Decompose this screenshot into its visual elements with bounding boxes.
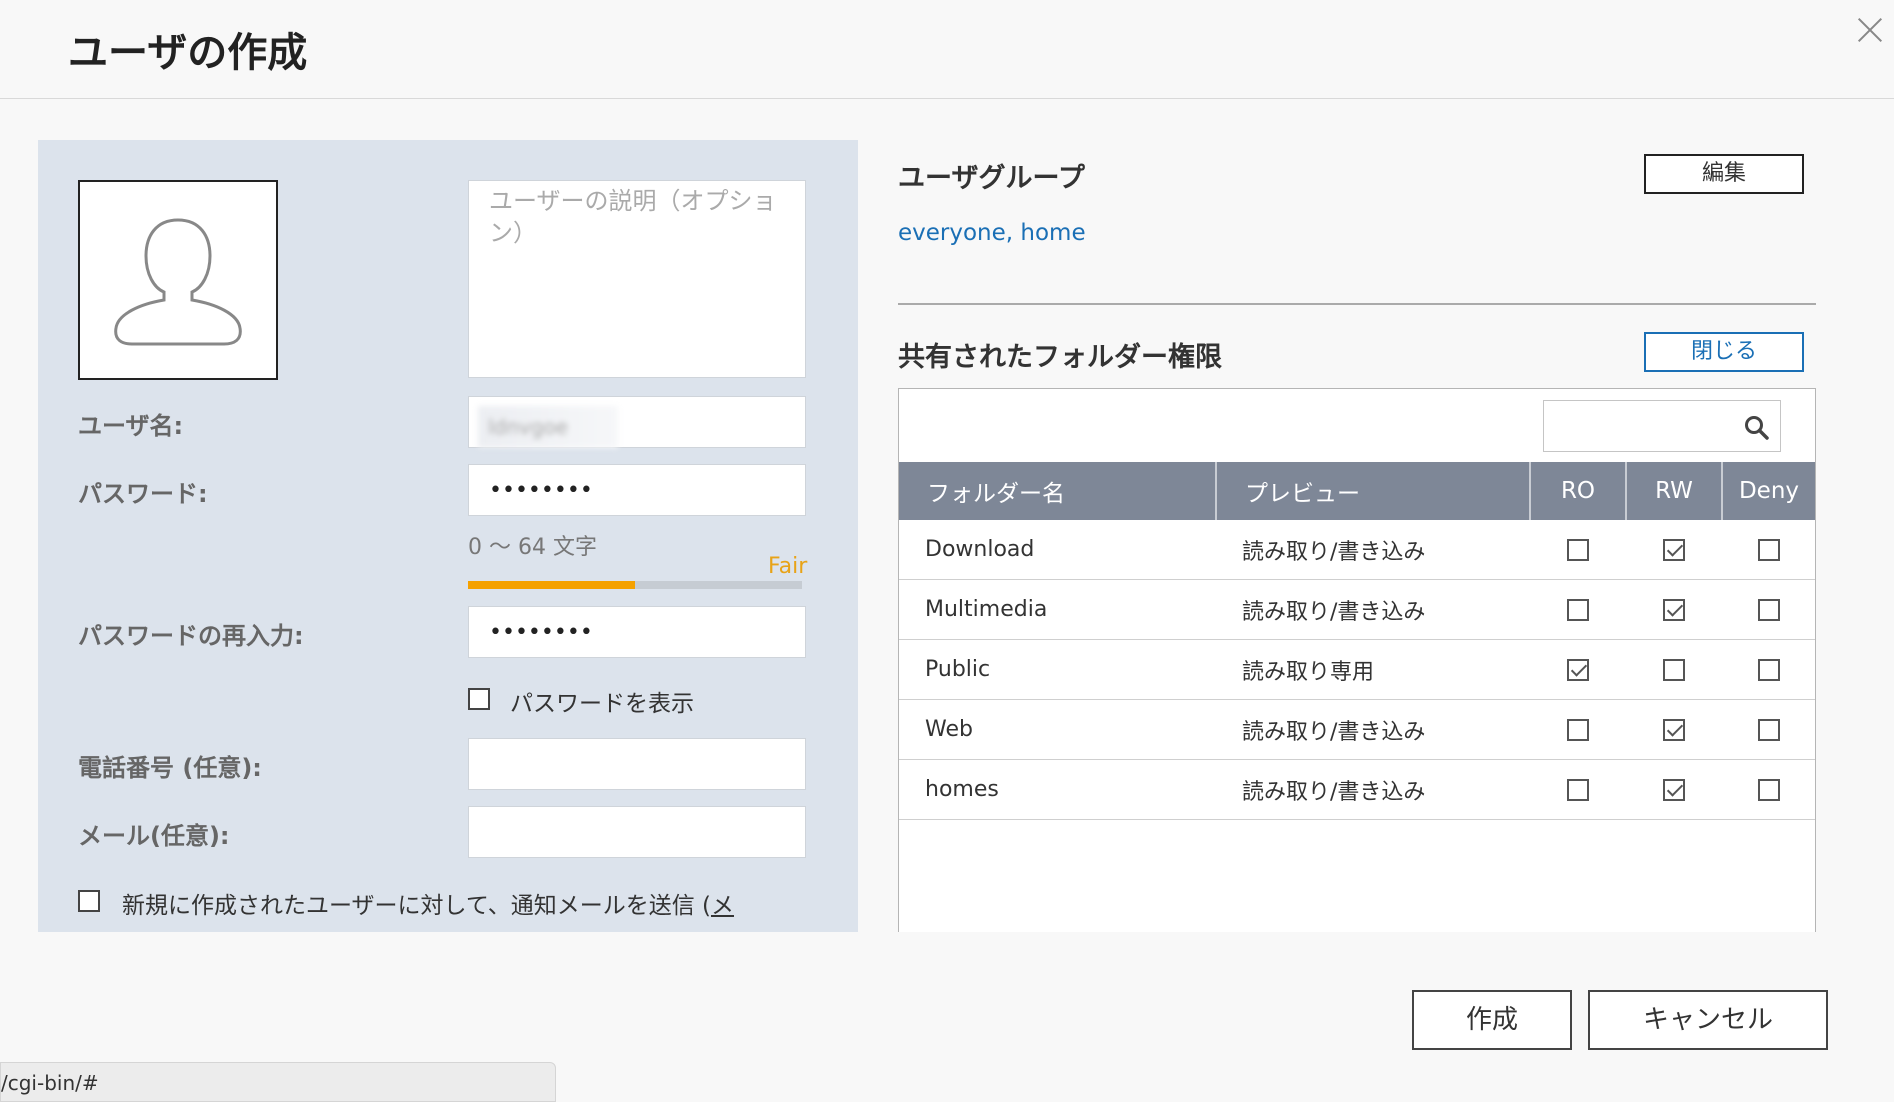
folder-search <box>1543 400 1781 452</box>
password-input[interactable] <box>468 464 806 516</box>
user-group-title: ユーザグループ <box>898 163 1085 194</box>
permission-preview-cell: 読み取り/書き込み <box>1216 520 1530 580</box>
rw-cell <box>1626 759 1722 820</box>
folder-permission-table: フォルダー名 プレビュー RO RW Deny Download 読み取り/書き込… <box>899 462 1815 820</box>
folder-name-cell: Public <box>899 639 1216 700</box>
ro-checkbox[interactable] <box>1567 719 1589 741</box>
close-icon[interactable] <box>1852 12 1888 48</box>
password-length-hint: 0 ～ 64 文字 <box>468 535 597 560</box>
avatar[interactable] <box>78 180 278 380</box>
rw-cell <box>1626 699 1722 760</box>
notify-email-text: 新規に作成されたユーザーに対して、通知メールを送信 ( <box>122 893 711 919</box>
deny-cell <box>1722 759 1815 820</box>
table-row: Public 読み取り専用 <box>899 639 1815 700</box>
password-strength-fill <box>468 581 635 589</box>
ro-cell <box>1530 579 1626 640</box>
edit-group-button[interactable]: 編集 <box>1644 154 1804 194</box>
rw-checkbox[interactable] <box>1663 719 1685 741</box>
deny-checkbox[interactable] <box>1757 599 1780 621</box>
phone-input[interactable] <box>468 738 806 790</box>
ro-cell <box>1530 639 1626 700</box>
folder-permission-panel: フォルダー名 プレビュー RO RW Deny Download 読み取り/書き込… <box>898 388 1816 932</box>
deny-cell <box>1722 699 1815 760</box>
ro-checkbox[interactable] <box>1567 539 1589 561</box>
table-row: Multimedia 読み取り/書き込み <box>899 579 1815 640</box>
dialog-title: ユーザの作成 <box>68 30 308 76</box>
ro-cell <box>1530 759 1626 820</box>
ro-cell <box>1530 520 1626 580</box>
column-folder-name[interactable]: フォルダー名 <box>899 462 1217 520</box>
header-divider <box>0 98 1894 99</box>
search-icon[interactable] <box>1744 415 1770 441</box>
password-strength-bar <box>468 581 802 589</box>
password-label: パスワード: <box>78 480 208 508</box>
rw-cell <box>1626 579 1722 640</box>
folder-name-cell: Multimedia <box>899 579 1216 640</box>
description-input[interactable] <box>468 180 806 378</box>
deny-checkbox[interactable] <box>1757 659 1780 681</box>
table-header-row: フォルダー名 プレビュー RO RW Deny <box>899 462 1815 520</box>
create-button[interactable]: 作成 <box>1412 990 1572 1050</box>
rw-checkbox[interactable] <box>1663 659 1685 681</box>
column-preview: プレビュー <box>1216 462 1531 520</box>
ro-checkbox[interactable] <box>1567 779 1589 801</box>
folder-permission-rows: Download 読み取り/書き込み Multimedia 読み取り/書き込み Publ… <box>899 520 1815 820</box>
table-row: Download 読み取り/書き込み <box>899 520 1815 580</box>
permission-preview-cell: 読み取り/書き込み <box>1216 699 1530 760</box>
rw-checkbox[interactable] <box>1663 599 1685 621</box>
ro-checkbox[interactable] <box>1567 659 1589 681</box>
folder-name-cell: Download <box>899 520 1216 580</box>
password-confirm-label: パスワードの再入力: <box>78 622 304 650</box>
user-silhouette-icon <box>114 218 242 346</box>
notify-email-checkbox[interactable] <box>78 890 100 912</box>
status-bar-url: /cgi-bin/# <box>0 1062 556 1102</box>
close-permission-button[interactable]: 閉じる <box>1644 332 1804 372</box>
user-group-list: everyone, home <box>898 220 1086 246</box>
folder-name-cell: Web <box>899 699 1216 760</box>
folder-search-input[interactable] <box>1552 409 1736 445</box>
deny-checkbox[interactable] <box>1757 539 1780 561</box>
email-input[interactable] <box>468 806 806 858</box>
password-confirm-input[interactable] <box>468 606 806 658</box>
phone-label: 電話番号 (任意): <box>78 754 262 782</box>
column-deny[interactable]: Deny <box>1722 462 1815 520</box>
deny-cell <box>1722 579 1815 640</box>
notify-email-label: 新規に作成されたユーザーに対して、通知メールを送信 (メ <box>122 886 734 920</box>
permission-preview-cell: 読み取り専用 <box>1216 639 1530 700</box>
table-row: Web 読み取り/書き込み <box>899 699 1815 760</box>
deny-cell <box>1722 520 1815 580</box>
folder-name-cell: homes <box>899 759 1216 820</box>
section-divider <box>898 303 1816 305</box>
permission-preview-cell: 読み取り/書き込み <box>1216 759 1530 820</box>
notify-email-link[interactable]: メ <box>711 893 734 919</box>
username-value-blurred: ldnvgoe <box>478 406 618 448</box>
email-label: メール(任意): <box>78 822 230 850</box>
password-strength-label: Fair <box>768 554 808 579</box>
user-form-panel: ユーザ名: ldnvgoe パスワード: 0 ～ 64 文字 Fair パスワー… <box>38 140 858 932</box>
username-label: ユーザ名: <box>78 412 184 440</box>
column-ro[interactable]: RO <box>1530 462 1627 520</box>
ro-cell <box>1530 699 1626 760</box>
permission-preview-cell: 読み取り/書き込み <box>1216 579 1530 640</box>
folder-permission-title: 共有されたフォルダー権限 <box>898 342 1222 373</box>
deny-checkbox[interactable] <box>1757 719 1780 741</box>
rw-cell <box>1626 520 1722 580</box>
deny-cell <box>1722 639 1815 700</box>
show-password-checkbox[interactable] <box>468 688 490 710</box>
ro-checkbox[interactable] <box>1567 599 1589 621</box>
show-password-label: パスワードを表示 <box>510 691 694 717</box>
rw-checkbox[interactable] <box>1663 779 1685 801</box>
cancel-button[interactable]: キャンセル <box>1588 990 1828 1050</box>
rw-cell <box>1626 639 1722 700</box>
table-row: homes 読み取り/書き込み <box>899 759 1815 820</box>
rw-checkbox[interactable] <box>1663 539 1685 561</box>
column-rw[interactable]: RW <box>1626 462 1723 520</box>
deny-checkbox[interactable] <box>1757 779 1780 801</box>
